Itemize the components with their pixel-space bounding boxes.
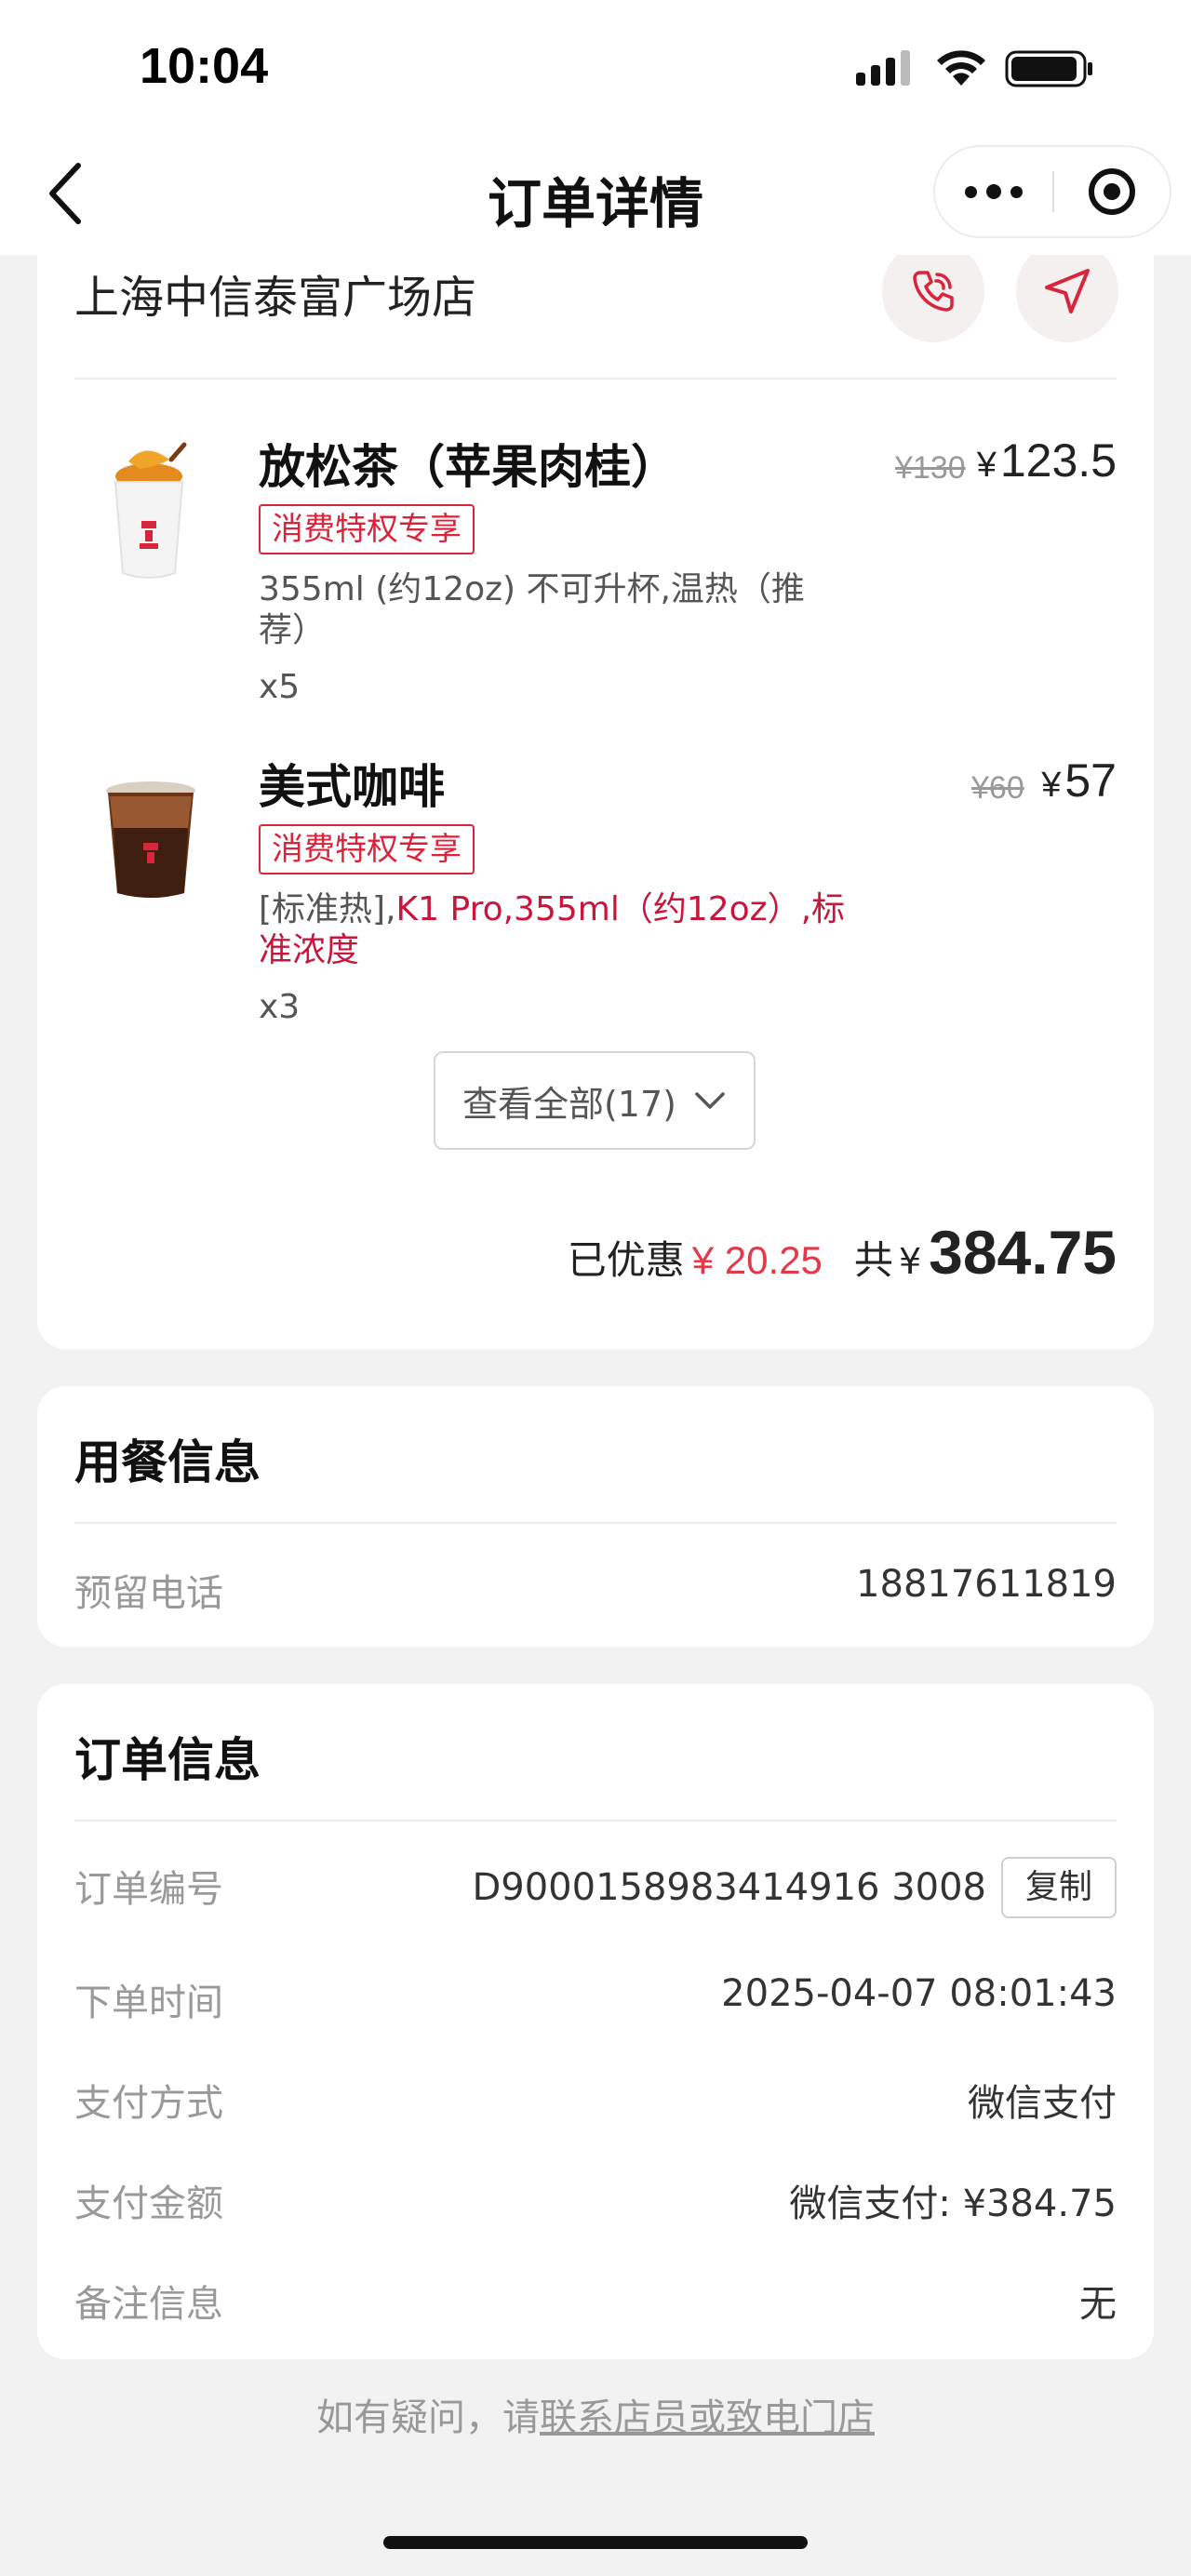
store-name: 上海中信泰富广场店 bbox=[74, 272, 477, 324]
phone-label: 预留电话 bbox=[74, 1572, 223, 1615]
phone-value: 18817611819 bbox=[856, 1563, 1117, 1606]
close-miniprogram-button[interactable] bbox=[1054, 147, 1170, 236]
item-price: ¥123.5 bbox=[976, 434, 1117, 487]
navigation-arrow-icon bbox=[1045, 269, 1090, 314]
discount-label: 已优惠 bbox=[567, 1237, 685, 1283]
item-name: 放松茶（苹果肉桂） bbox=[259, 440, 677, 494]
remarks-value: 无 bbox=[1079, 2283, 1117, 2326]
mini-program-capsule bbox=[933, 145, 1171, 238]
currency-symbol: ¥ bbox=[898, 1241, 922, 1282]
total-amount: 384.75 bbox=[929, 1218, 1117, 1287]
item-spec: 355ml (约12oz) 不可升杯,温热（推荐） bbox=[259, 570, 805, 649]
order-time-label: 下单时间 bbox=[74, 1982, 223, 2024]
item-price: ¥57 bbox=[1041, 754, 1117, 807]
order-info-card: 订单信息 订单编号 D9000158983414916 3008 复制 下单时间… bbox=[37, 1684, 1154, 2359]
total-label: 共 bbox=[853, 1237, 893, 1283]
order-number-row: D9000158983414916 3008 复制 bbox=[472, 1857, 1117, 1918]
more-button[interactable] bbox=[935, 147, 1052, 236]
help-note: 如有疑问，请联系店员或致电门店 bbox=[0, 2387, 1191, 2441]
chevron-down-icon bbox=[695, 1092, 725, 1109]
view-all-button[interactable]: 查看全部(17) bbox=[434, 1051, 756, 1150]
payment-amount-label: 支付金额 bbox=[74, 2182, 223, 2225]
order-number-label: 订单编号 bbox=[74, 1868, 223, 1911]
original-price: ¥60 bbox=[971, 770, 1024, 806]
top-bar: 10:04 订单详情 bbox=[0, 0, 1191, 255]
item-image-americano bbox=[91, 754, 212, 912]
divider bbox=[74, 378, 1117, 380]
divider bbox=[74, 1820, 1117, 1822]
item-image-tea bbox=[91, 434, 212, 592]
navigate-store-button[interactable] bbox=[1016, 240, 1118, 342]
original-price: ¥130 bbox=[895, 450, 966, 486]
home-indicator bbox=[383, 2536, 808, 2549]
payment-amount-value: 微信支付: ¥384.75 bbox=[789, 2182, 1117, 2225]
privilege-tag: 消费特权专享 bbox=[259, 824, 475, 874]
privilege-tag: 消费特权专享 bbox=[259, 504, 475, 554]
order-time-value: 2025-04-07 08:01:43 bbox=[721, 1972, 1117, 2015]
status-icons bbox=[854, 48, 1096, 89]
order-items-card: 上海中信泰富广场店 放松茶（苹果肉桂） 消费特权专享 355ml (约12oz)… bbox=[37, 186, 1154, 1349]
cellular-signal-icon bbox=[856, 50, 910, 86]
more-dots-icon bbox=[965, 185, 977, 198]
help-prefix: 如有疑问，请 bbox=[316, 2396, 540, 2439]
divider bbox=[74, 1522, 1117, 1524]
payment-method-label: 支付方式 bbox=[74, 2082, 223, 2125]
battery-icon bbox=[1005, 50, 1092, 87]
payment-method-value: 微信支付 bbox=[968, 2082, 1117, 2125]
item-name: 美式咖啡 bbox=[259, 760, 445, 814]
dining-info-card: 用餐信息 预留电话 18817611819 bbox=[37, 1386, 1154, 1647]
item-quantity: x3 bbox=[259, 988, 301, 1026]
order-number-value: D9000158983414916 3008 bbox=[472, 1866, 986, 1909]
remarks-label: 备注信息 bbox=[74, 2283, 223, 2326]
status-time: 10:04 bbox=[140, 38, 269, 94]
wifi-icon bbox=[937, 50, 985, 86]
view-all-label: 查看全部(17) bbox=[462, 1083, 676, 1125]
call-store-button[interactable] bbox=[882, 240, 984, 342]
contact-store-link[interactable]: 联系店员或致电门店 bbox=[540, 2396, 875, 2439]
section-title: 订单信息 bbox=[74, 1733, 261, 1787]
copy-button[interactable]: 复制 bbox=[1000, 1857, 1117, 1918]
discount-amount: ¥ 20.25 bbox=[691, 1238, 823, 1282]
item-spec: [标准热],K1 Pro,355ml（约12oz）,标准浓度 bbox=[259, 890, 846, 969]
order-summary: 已优惠 ¥ 20.25 共 ¥ 384.75 bbox=[568, 1217, 1117, 1288]
section-title: 用餐信息 bbox=[74, 1435, 261, 1489]
target-icon bbox=[1088, 168, 1135, 215]
phone-icon bbox=[913, 271, 954, 312]
item-quantity: x5 bbox=[259, 668, 301, 706]
